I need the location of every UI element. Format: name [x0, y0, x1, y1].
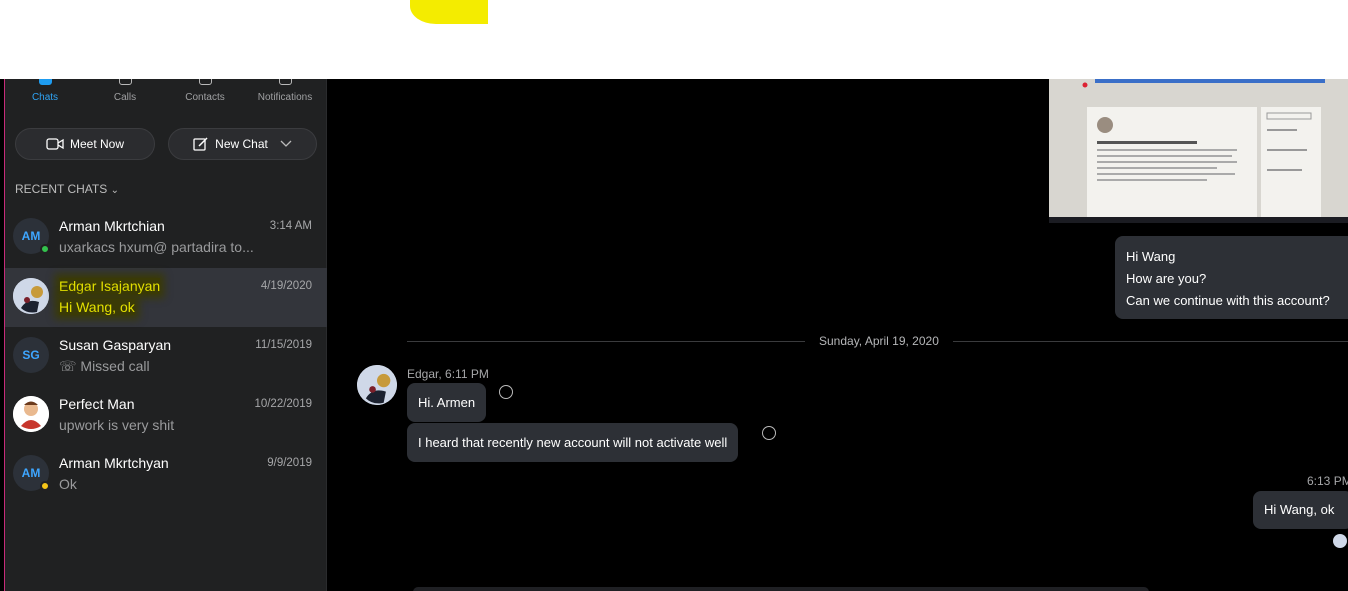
top-white-area	[0, 0, 1348, 79]
message-line: Hi Wang	[1126, 249, 1176, 264]
chevron-down-icon: ⌄	[110, 185, 119, 196]
recent-chats-label: RECENT CHATS	[15, 182, 108, 196]
message-line: How are you?	[1126, 271, 1207, 286]
tab-label: Contacts	[185, 92, 225, 103]
skype-window: Chats Calls Contacts Notifications Meet …	[0, 79, 1348, 591]
chat-time: 11/15/2019	[255, 339, 312, 351]
chat-name: Susan Gasparyan	[59, 337, 172, 353]
shared-screenshot-image[interactable]	[1049, 79, 1348, 229]
chat-item[interactable]: AM Arman Mkrtchyan Ok 9/9/2019	[5, 445, 327, 504]
user-photo-icon	[357, 365, 397, 405]
chat-item-selected[interactable]: Edgar Isajanyan Hi Wang, ok 4/19/2020	[5, 268, 327, 327]
cartoon-avatar-icon	[13, 396, 49, 432]
message-text: Hi. Armen	[418, 395, 476, 410]
sidebar: Chats Calls Contacts Notifications Meet …	[4, 79, 327, 591]
chat-time: 9/9/2019	[267, 457, 312, 469]
incoming-message-bubble[interactable]: I heard that recently new account will n…	[407, 423, 739, 462]
chevron-down-icon[interactable]	[280, 140, 292, 148]
meet-now-button[interactable]: Meet Now	[15, 128, 155, 160]
chat-name: Perfect Man	[59, 396, 135, 412]
avatar	[13, 278, 49, 314]
emoji-reaction-icon[interactable]	[762, 426, 776, 440]
avatar: SG	[13, 337, 49, 373]
bell-icon	[279, 79, 292, 85]
recent-chats-header[interactable]: RECENT CHATS ⌄	[15, 182, 119, 196]
meet-now-label: Meet Now	[69, 137, 125, 151]
message-composer[interactable]	[413, 587, 1149, 591]
chat-item[interactable]: AM Arman Mkrtchian uxarkacs hxum@ partad…	[5, 208, 327, 267]
tab-notifications[interactable]: Notifications	[245, 79, 325, 111]
sender-meta: Edgar, 6:11 PM	[407, 367, 489, 381]
message-text: Hi Wang, ok	[1264, 502, 1335, 517]
tab-calls[interactable]: Calls	[85, 79, 165, 111]
chat-name: Arman Mkrtchyan	[59, 455, 169, 471]
chat-item[interactable]: Perfect Man upwork is very shit 10/22/20…	[5, 386, 327, 445]
chat-preview: Hi Wang, ok	[59, 299, 135, 315]
video-camera-icon	[46, 138, 64, 150]
chat-preview: ☏ Missed call	[59, 358, 150, 374]
conversation-pane: Hi Wang How are you? Can we continue wit…	[327, 79, 1348, 591]
chat-preview: upwork is very shit	[59, 417, 175, 433]
message-time: 6:13 PM	[1307, 474, 1348, 488]
date-label: Sunday, April 19, 2020	[805, 334, 953, 348]
tab-label: Notifications	[257, 92, 313, 103]
chat-time: 3:14 AM	[269, 220, 312, 232]
message-text: I heard that recently new account will n…	[418, 435, 728, 450]
chat-name: Arman Mkrtchian	[59, 218, 165, 234]
chat-preview: Ok	[59, 476, 77, 492]
chat-preview: uxarkacs hxum@ partadira to...	[59, 239, 254, 255]
missed-call-icon: ☏	[59, 358, 77, 374]
incoming-message-bubble[interactable]: Hi. Armen	[407, 383, 487, 422]
chat-name: Edgar Isajanyan	[59, 278, 161, 294]
tab-label: Calls	[113, 92, 137, 103]
read-receipt-avatar	[1333, 534, 1347, 548]
new-chat-label: New Chat	[215, 137, 268, 151]
chat-time: 4/19/2020	[260, 280, 312, 292]
sender-avatar[interactable]	[357, 365, 397, 405]
tab-label: Chats	[31, 92, 59, 103]
compose-icon	[193, 137, 208, 151]
tab-chats[interactable]: Chats	[5, 79, 85, 111]
chat-item[interactable]: SG Susan Gasparyan ☏ Missed call 11/15/2…	[5, 327, 327, 386]
nav-bar: Chats Calls Contacts Notifications	[5, 79, 327, 111]
online-status-icon	[40, 244, 50, 254]
message-line: Can we continue with this account?	[1126, 293, 1330, 308]
avatar	[13, 396, 49, 432]
yellow-highlight-mark	[410, 0, 488, 24]
outgoing-message-bubble[interactable]: Hi Wang, ok	[1253, 491, 1348, 529]
user-photo-icon	[13, 278, 49, 314]
profile-page-photo	[1049, 79, 1348, 229]
phone-icon	[119, 79, 132, 85]
chat-icon	[39, 79, 52, 85]
contacts-icon	[199, 79, 212, 85]
away-status-icon	[40, 481, 50, 491]
new-chat-button[interactable]: New Chat	[168, 128, 317, 160]
chat-time: 10/22/2019	[254, 398, 312, 410]
outgoing-message-bubble[interactable]: Hi Wang How are you? Can we continue wit…	[1115, 236, 1348, 319]
emoji-reaction-icon[interactable]	[499, 385, 513, 399]
tab-contacts[interactable]: Contacts	[165, 79, 245, 111]
